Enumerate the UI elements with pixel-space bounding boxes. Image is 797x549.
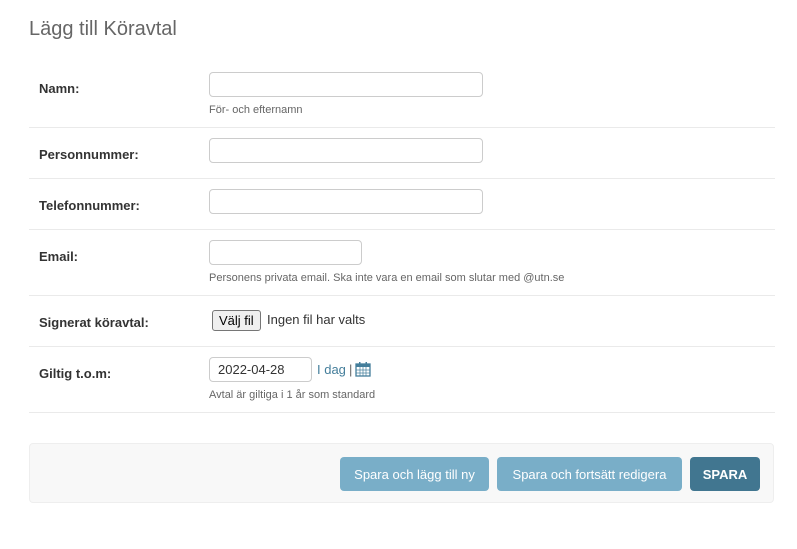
calendar-icon[interactable] [355, 361, 371, 382]
name-label: Namn: [39, 81, 80, 96]
email-help: Personens privata email. Ska inte vara e… [209, 272, 565, 284]
today-link[interactable]: I dag [317, 362, 346, 377]
email-input[interactable] [209, 240, 362, 265]
form-row-telefon: Telefonnummer: [29, 178, 775, 230]
save-button[interactable]: SPARA [690, 457, 760, 491]
personnummer-input[interactable] [209, 138, 483, 163]
form-row-email: Email: Personens privata email. Ska inte… [29, 229, 775, 296]
giltig-label: Giltig t.o.m: [39, 366, 112, 381]
signerat-label: Signerat köravtal: [39, 315, 149, 330]
form-row-personnummer: Personnummer: [29, 127, 775, 179]
giltig-date-input[interactable] [209, 357, 312, 382]
name-help: För- och efternamn [209, 104, 303, 116]
form-row-signerat: Signerat köravtal: Välj fil Ingen fil ha… [29, 295, 775, 347]
form-row-giltig: Giltig t.o.m: I dag | Avtal är giltiga i… [29, 346, 775, 413]
save-and-continue-button[interactable]: Spara och fortsätt redigera [497, 457, 682, 491]
form-row-name: Namn: För- och efternamn [29, 60, 775, 128]
date-separator: | [349, 362, 353, 377]
telefon-label: Telefonnummer: [39, 198, 140, 213]
telefon-input[interactable] [209, 189, 483, 214]
submit-row: Spara och lägg till ny Spara och fortsät… [29, 443, 774, 503]
add-koravtal-page: Lägg till Köravtal Namn: För- och eftern… [0, 0, 797, 549]
email-label: Email: [39, 249, 79, 264]
save-and-add-another-button[interactable]: Spara och lägg till ny [340, 457, 489, 491]
file-status: Ingen fil har valts [267, 312, 366, 327]
name-input[interactable] [209, 72, 483, 97]
page-title: Lägg till Köravtal [29, 18, 177, 40]
personnummer-label: Personnummer: [39, 147, 139, 162]
giltig-help: Avtal är giltiga i 1 år som standard [209, 389, 376, 401]
choose-file-button[interactable]: Välj fil [212, 310, 261, 331]
